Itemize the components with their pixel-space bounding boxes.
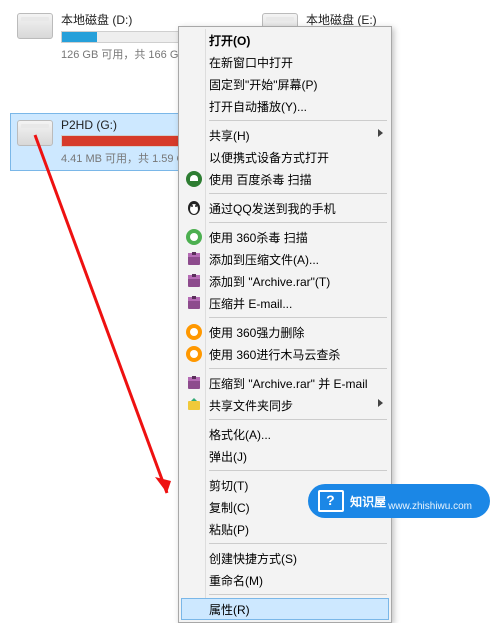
rar-icon [185, 294, 203, 312]
menu-item[interactable]: 属性(R) [181, 598, 389, 620]
menu-item[interactable]: 弹出(J) [181, 445, 389, 467]
menu-item[interactable]: 打开自动播放(Y)... [181, 95, 389, 117]
annotation-arrow [15, 125, 185, 505]
hdd-icon [17, 13, 53, 39]
watermark-badge: 知识屋 www.zhishiwu.com [308, 484, 490, 518]
menu-item-label: 固定到"开始"屏幕(P) [209, 76, 318, 93]
menu-item-label: 在新窗口中打开 [209, 54, 293, 71]
menu-item-label: 共享文件夹同步 [209, 397, 293, 414]
menu-item[interactable]: 粘贴(P) [181, 518, 389, 540]
menu-item[interactable]: 压缩并 E-mail... [181, 292, 389, 314]
menu-item[interactable]: 打开(O) [181, 29, 389, 51]
baidu-icon [185, 170, 203, 188]
360g-icon [185, 228, 203, 246]
menu-item[interactable]: 通过QQ发送到我的手机 [181, 197, 389, 219]
logo-icon [318, 490, 344, 512]
menu-item[interactable]: 格式化(A)... [181, 423, 389, 445]
menu-item-label: 使用 360强力删除 [209, 324, 304, 341]
menu-item-label: 重命名(M) [209, 572, 263, 589]
menu-item[interactable]: 添加到压缩文件(A)... [181, 248, 389, 270]
rar-icon [185, 250, 203, 268]
menu-item-label: 使用 360进行木马云查杀 [209, 346, 340, 363]
menu-item-label: 压缩并 E-mail... [209, 295, 292, 312]
hdd-icon [17, 120, 53, 146]
menu-item[interactable]: 使用 360强力删除 [181, 321, 389, 343]
360o-icon [185, 323, 203, 341]
menu-item-label: 使用 百度杀毒 扫描 [209, 171, 312, 188]
menu-item-label: 以便携式设备方式打开 [209, 149, 329, 166]
submenu-arrow-icon [378, 399, 383, 407]
menu-item-label: 打开(O) [209, 32, 250, 49]
menu-item-label: 属性(R) [209, 601, 250, 618]
menu-item-label: 添加到 "Archive.rar"(T) [209, 273, 330, 290]
menu-item[interactable]: 以便携式设备方式打开 [181, 146, 389, 168]
menu-item-label: 添加到压缩文件(A)... [209, 251, 319, 268]
sync-icon [185, 396, 203, 414]
watermark-brand: 知识屋 [350, 493, 386, 510]
rar-icon [185, 272, 203, 290]
menu-item[interactable]: 在新窗口中打开 [181, 51, 389, 73]
menu-item[interactable]: 添加到 "Archive.rar"(T) [181, 270, 389, 292]
menu-item-label: 创建快捷方式(S) [209, 550, 297, 567]
menu-item-label: 剪切(T) [209, 477, 248, 494]
menu-item-label: 粘贴(P) [209, 521, 249, 538]
menu-item[interactable]: 共享(H) [181, 124, 389, 146]
menu-item-label: 打开自动播放(Y)... [209, 98, 307, 115]
menu-item[interactable]: 重命名(M) [181, 569, 389, 591]
menu-item-label: 使用 360杀毒 扫描 [209, 229, 308, 246]
menu-item[interactable]: 创建快捷方式(S) [181, 547, 389, 569]
menu-item[interactable]: 压缩到 "Archive.rar" 并 E-mail [181, 372, 389, 394]
menu-item[interactable]: 共享文件夹同步 [181, 394, 389, 416]
menu-item-label: 共享(H) [209, 127, 250, 144]
menu-item[interactable]: 使用 百度杀毒 扫描 [181, 168, 389, 190]
menu-item-label: 通过QQ发送到我的手机 [209, 200, 336, 217]
menu-item[interactable]: 使用 360进行木马云查杀 [181, 343, 389, 365]
watermark-url: www.zhishiwu.com [388, 501, 472, 512]
menu-item-label: 复制(C) [209, 499, 250, 516]
menu-item[interactable]: 使用 360杀毒 扫描 [181, 226, 389, 248]
rar-icon [185, 374, 203, 392]
menu-item-label: 弹出(J) [209, 448, 247, 465]
menu-item-label: 压缩到 "Archive.rar" 并 E-mail [209, 375, 368, 392]
menu-item[interactable]: 固定到"开始"屏幕(P) [181, 73, 389, 95]
menu-item-label: 格式化(A)... [209, 426, 271, 443]
submenu-arrow-icon [378, 129, 383, 137]
context-menu: 打开(O) 在新窗口中打开固定到"开始"屏幕(P) 打开自动播放(Y)... 共享(H… [178, 26, 392, 623]
360o-icon [185, 345, 203, 363]
qq-icon [185, 199, 203, 217]
